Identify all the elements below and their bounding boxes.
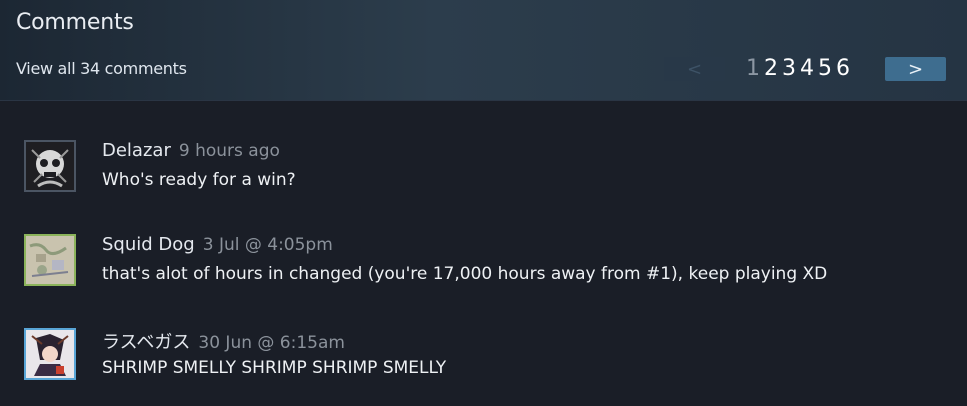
comments-header: Comments View all 34 comments < 1 2 3 4 … bbox=[0, 0, 967, 101]
comment-author-name[interactable]: ラスベガス bbox=[102, 332, 190, 353]
comment-item: Squid Dog 3 Jul @ 4:05pm that's alot of h… bbox=[0, 234, 967, 298]
page-link-5[interactable]: 5 bbox=[816, 57, 834, 81]
comment-author-line: ラスベガス 30 Jun @ 6:15am bbox=[102, 328, 345, 354]
comment-item: ラスベガス 30 Jun @ 6:15am SHRIMP SMELLY SHRIM… bbox=[0, 328, 967, 392]
map-avatar-icon[interactable] bbox=[24, 234, 76, 286]
page-link-6[interactable]: 6 bbox=[834, 57, 852, 81]
chevron-right-icon: > bbox=[907, 58, 924, 80]
comment-timestamp: 3 Jul @ 4:05pm bbox=[202, 235, 333, 255]
comment-timestamp: 9 hours ago bbox=[178, 141, 280, 161]
comment-author-line: Squid Dog 3 Jul @ 4:05pm bbox=[102, 234, 333, 255]
comment-item: Delazar 9 hours ago Who's ready for a win… bbox=[0, 140, 967, 204]
next-page-button[interactable]: > bbox=[885, 57, 946, 81]
chevron-left-icon: < bbox=[686, 58, 703, 80]
comment-text: SHRIMP SMELLY SHRIMP SHRIMP SMELLY bbox=[102, 358, 447, 378]
page-link-2[interactable]: 2 bbox=[762, 57, 780, 81]
comment-author-name[interactable]: Squid Dog bbox=[102, 234, 195, 255]
comments-panel: Comments View all 34 comments < 1 2 3 4 … bbox=[0, 0, 967, 406]
page-link-3[interactable]: 3 bbox=[780, 57, 798, 81]
comments-title: Comments bbox=[16, 10, 134, 35]
comment-timestamp: 30 Jun @ 6:15am bbox=[198, 333, 345, 353]
comment-text: Who's ready for a win? bbox=[102, 170, 296, 190]
page-link-4[interactable]: 4 bbox=[798, 57, 816, 81]
anime-avatar-icon[interactable] bbox=[24, 328, 76, 380]
page-links: 1 2 3 4 5 6 bbox=[744, 57, 852, 81]
comment-author-line: Delazar 9 hours ago bbox=[102, 140, 280, 161]
prev-page-button[interactable]: < bbox=[664, 57, 725, 81]
comment-author-name[interactable]: Delazar bbox=[102, 140, 171, 161]
page-link-1[interactable]: 1 bbox=[744, 57, 762, 81]
comment-text: that's alot of hours in changed (you're … bbox=[102, 264, 828, 284]
skull-avatar-icon[interactable] bbox=[24, 140, 76, 192]
view-all-comments-link[interactable]: View all 34 comments bbox=[16, 59, 187, 78]
